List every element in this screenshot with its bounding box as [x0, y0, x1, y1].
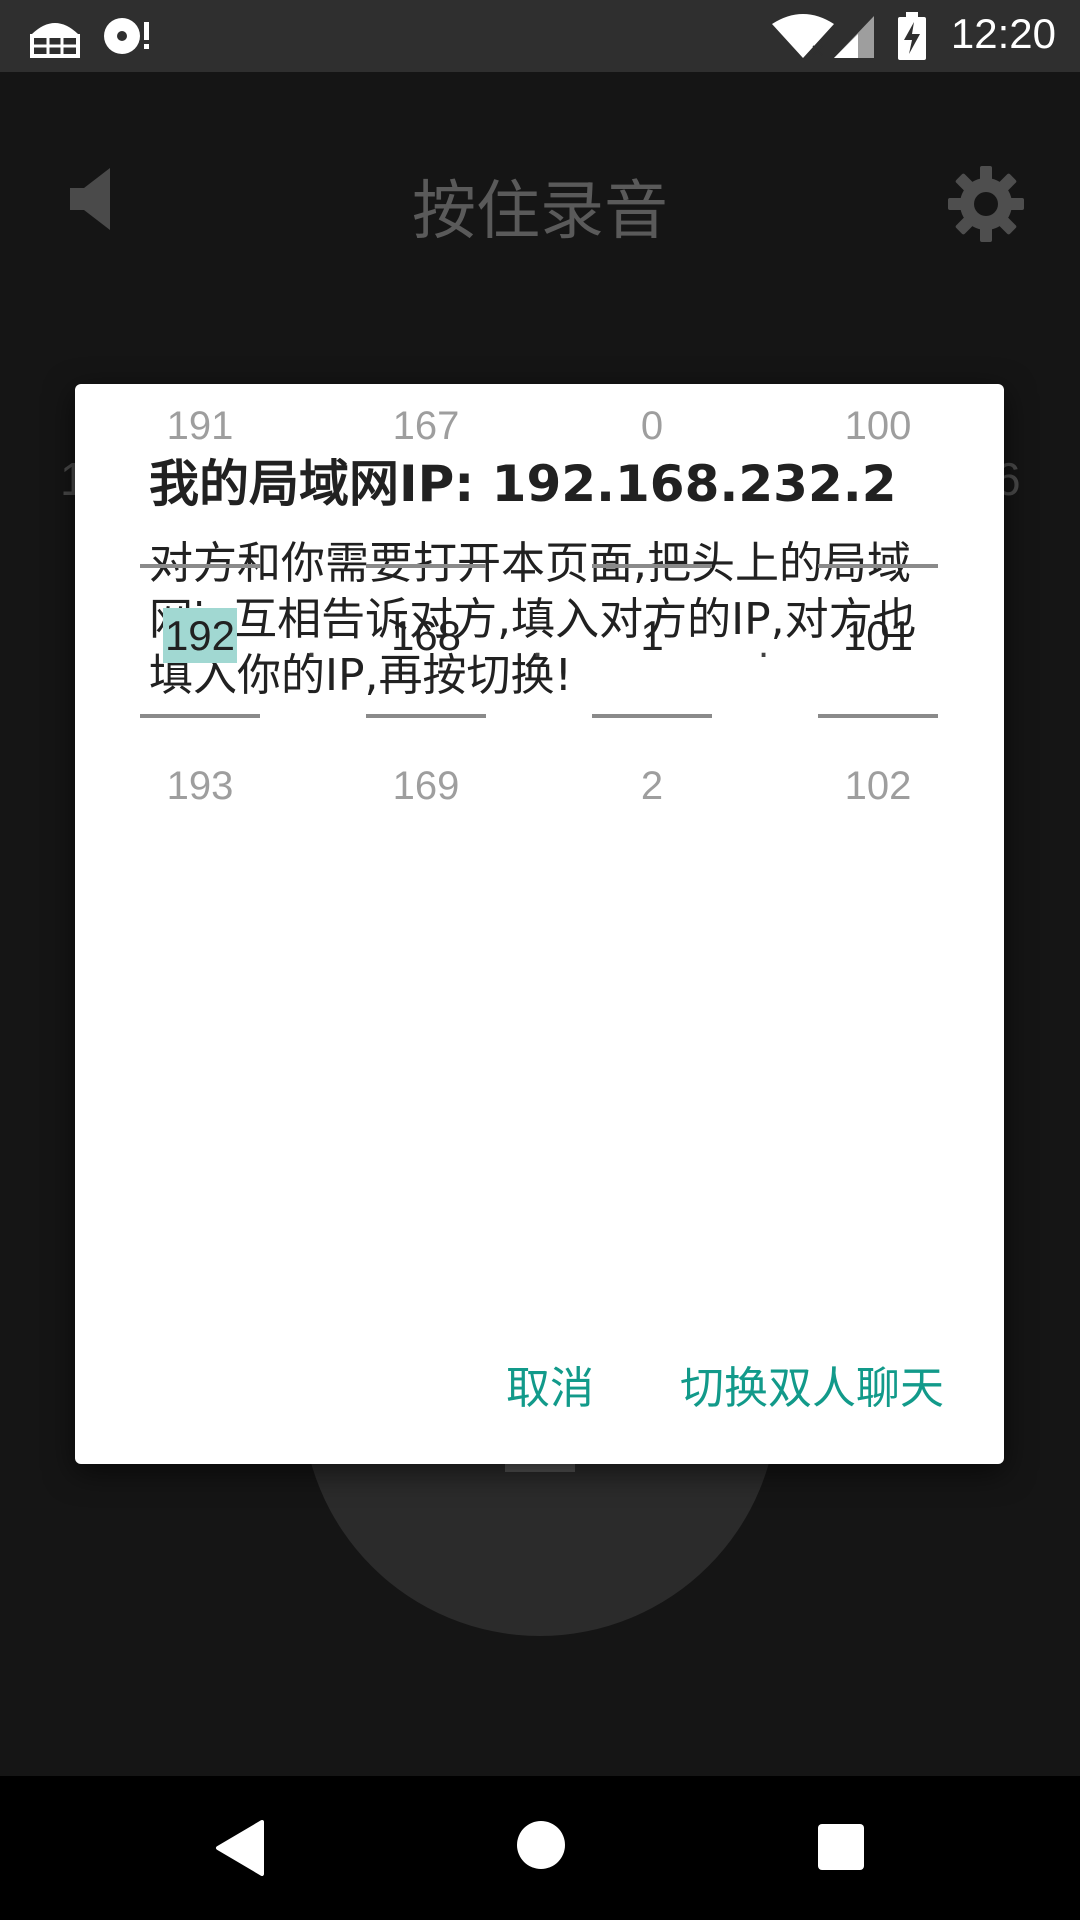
- picker-next-value[interactable]: 193: [140, 764, 260, 809]
- ip-dialog: 我的局域网IP: 192.168.232.2 对方和你需要打开本页面,把头上的局…: [75, 384, 1004, 1464]
- picker-divider-top: [366, 564, 486, 568]
- picker-divider-top: [140, 564, 260, 568]
- navigation-bar: [0, 1776, 1080, 1920]
- ip-separator: .: [306, 622, 318, 666]
- picker-current-value[interactable]: 101: [818, 612, 938, 660]
- picker-divider-top: [592, 564, 712, 568]
- picker-next-value[interactable]: 169: [366, 764, 486, 809]
- recents-icon[interactable]: [818, 1824, 864, 1874]
- shop-icon: [28, 12, 82, 62]
- status-time: 12:20: [950, 10, 1056, 57]
- picker-divider-bottom: [366, 714, 486, 718]
- picker-next-value[interactable]: 102: [818, 764, 938, 809]
- picker-next-value[interactable]: 2: [592, 764, 712, 809]
- picker-prev-value[interactable]: 0: [592, 404, 712, 449]
- ip-separator: .: [758, 622, 770, 666]
- picker-prev-value[interactable]: 167: [366, 404, 486, 449]
- home-icon[interactable]: [516, 1820, 566, 1874]
- back-icon[interactable]: [214, 1820, 266, 1880]
- picker-divider-bottom: [592, 714, 712, 718]
- picker-divider-bottom: [140, 714, 260, 718]
- gear-icon[interactable]: [948, 166, 1024, 246]
- cancel-button[interactable]: 取消: [506, 1352, 594, 1416]
- ip-separator: .: [532, 622, 544, 666]
- ip-octet-3-picker[interactable]: 0 1 2: [592, 0, 712, 808]
- picker-divider-top: [818, 564, 938, 568]
- ip-octet-1-picker[interactable]: 191 192 193: [140, 0, 260, 808]
- picker-current-value[interactable]: 192: [140, 608, 260, 663]
- picker-prev-value[interactable]: 100: [818, 404, 938, 449]
- picker-current-value[interactable]: 168: [366, 612, 486, 660]
- ip-octet-4-picker[interactable]: 100 101 102: [818, 0, 938, 808]
- switch-dual-chat-button[interactable]: 切换双人聊天: [680, 1352, 944, 1416]
- picker-selected-text[interactable]: 192: [162, 608, 238, 663]
- picker-prev-value[interactable]: 191: [140, 404, 260, 449]
- picker-current-value[interactable]: 1: [592, 612, 712, 660]
- picker-divider-bottom: [818, 714, 938, 718]
- ip-octet-2-picker[interactable]: 167 168 169: [366, 0, 486, 808]
